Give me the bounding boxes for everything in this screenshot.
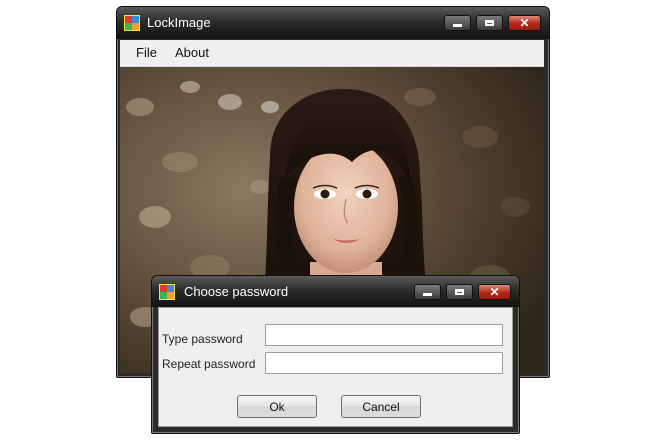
maximize-icon [485, 20, 494, 26]
minimize-button[interactable] [444, 15, 471, 31]
repeat-password-input[interactable] [265, 352, 503, 374]
maximize-icon [455, 289, 464, 295]
dialog-maximize-button[interactable] [446, 284, 473, 300]
type-password-label: Type password [162, 332, 243, 346]
ok-button[interactable]: Ok [237, 395, 317, 418]
dialog-close-button[interactable]: ✕ [478, 284, 511, 300]
main-title-bar[interactable]: LockImage ✕ [117, 7, 549, 39]
dialog-body: Type password Repeat password Ok Cancel [158, 307, 513, 427]
menu-file[interactable]: File [132, 44, 161, 61]
repeat-password-label: Repeat password [162, 357, 256, 371]
minimize-icon [453, 24, 462, 27]
maximize-button[interactable] [476, 15, 503, 31]
window-title: LockImage [147, 15, 211, 30]
menu-bar: File About [120, 40, 544, 67]
close-icon: ✕ [519, 16, 530, 30]
type-password-input[interactable] [265, 324, 503, 346]
dialog-title-bar[interactable]: Choose password ✕ [152, 276, 519, 307]
cancel-button[interactable]: Cancel [341, 395, 421, 418]
close-icon: ✕ [489, 285, 500, 299]
choose-password-dialog: Choose password ✕ Type password Repeat p… [151, 275, 520, 434]
close-button[interactable]: ✕ [508, 15, 541, 31]
dialog-title: Choose password [184, 284, 289, 299]
minimize-icon [423, 293, 432, 296]
dialog-app-icon [159, 284, 175, 300]
dialog-minimize-button[interactable] [414, 284, 441, 300]
menu-about[interactable]: About [171, 44, 213, 61]
app-icon [124, 15, 140, 31]
